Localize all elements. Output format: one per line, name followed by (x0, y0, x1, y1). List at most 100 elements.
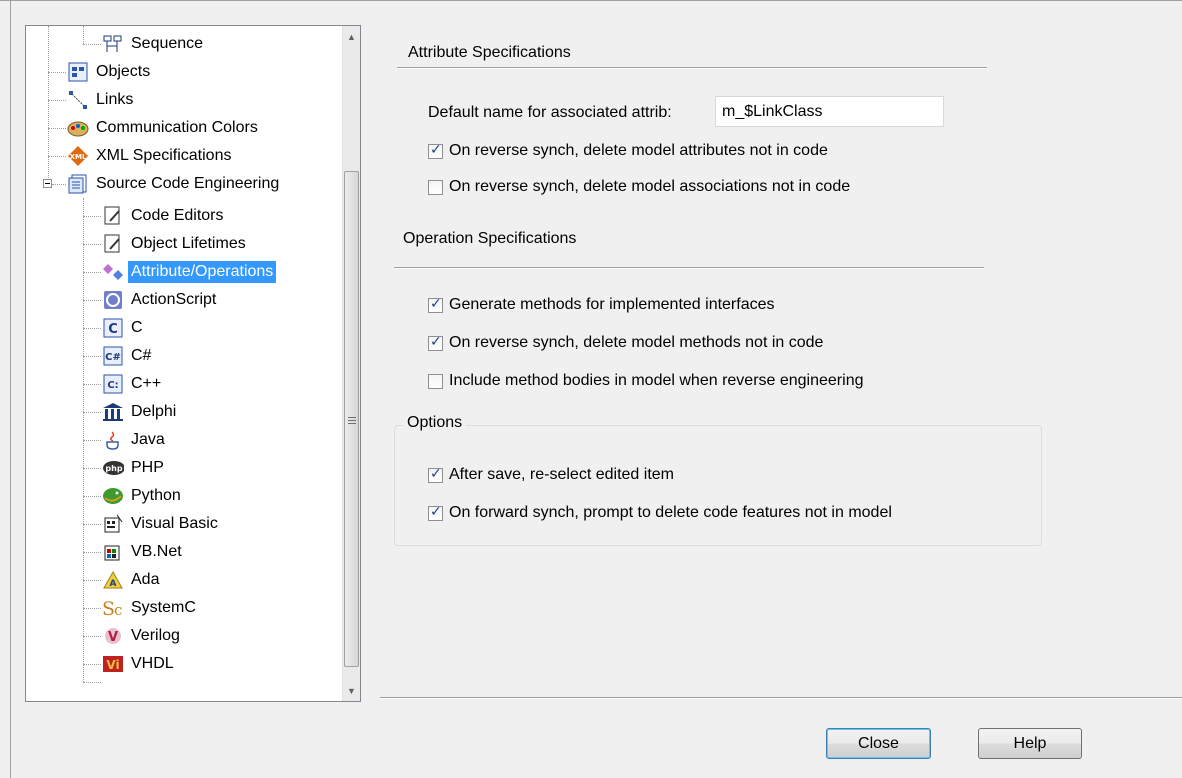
delete-methods-checkbox-row[interactable]: On reverse synch, delete model methods n… (428, 334, 823, 352)
close-button[interactable]: Close (826, 728, 931, 759)
tree-item-links[interactable]: Links (67, 86, 136, 114)
source-code-icon (67, 173, 89, 195)
tree-item-code-editors[interactable]: Code Editors (102, 202, 227, 230)
separator (394, 267, 984, 269)
tree-item-label: Visual Basic (131, 515, 218, 532)
tree-line (83, 664, 101, 665)
svg-text:A: A (110, 579, 117, 589)
tree-item-java[interactable]: Java (102, 426, 168, 454)
tree-line (83, 328, 101, 329)
scrollbar-thumb[interactable] (344, 171, 359, 667)
grip-icon (348, 417, 356, 424)
ada-icon: A (102, 569, 124, 591)
separator (397, 67, 987, 69)
checkbox-label: On reverse synch, delete model attribute… (449, 142, 828, 159)
svg-text:XML: XML (70, 153, 87, 161)
tree-line (83, 216, 101, 217)
include-method-bodies-checkbox-row[interactable]: Include method bodies in model when reve… (428, 372, 863, 390)
python-icon (102, 485, 124, 507)
collapse-toggle[interactable] (43, 179, 52, 188)
tree-item-actionscript[interactable]: ActionScript (102, 286, 219, 314)
tree-item-python[interactable]: Python (102, 482, 184, 510)
tree-item-objects[interactable]: Objects (67, 58, 153, 86)
code-editor-icon (102, 205, 124, 227)
scroll-down-arrow-icon[interactable]: ▼ (343, 682, 360, 699)
tree-item-sequence[interactable]: Sequence (102, 30, 206, 58)
tree-item-vbnet[interactable]: VB.Net (102, 538, 185, 566)
checkbox-label: Generate methods for implemented interfa… (449, 296, 775, 313)
tree-item-label: Verilog (131, 627, 180, 644)
tree-line (52, 184, 66, 185)
checkbox-label: After save, re-select edited item (449, 466, 674, 483)
delete-attributes-checkbox[interactable] (428, 142, 443, 159)
help-button[interactable]: Help (978, 728, 1082, 759)
window-top-border (0, 0, 1182, 1)
tree-item-label: VHDL (131, 655, 174, 672)
tree-line (48, 26, 49, 186)
checkbox-label: On forward synch, prompt to delete code … (449, 504, 892, 521)
delete-associations-checkbox-row[interactable]: On reverse synch, delete model associati… (428, 178, 850, 196)
tree-line (83, 440, 101, 441)
include-method-bodies-checkbox[interactable] (428, 373, 443, 389)
tree-item-source-code-engineering[interactable]: Source Code Engineering (67, 170, 282, 198)
java-icon (102, 429, 124, 451)
delete-attributes-checkbox-row[interactable]: On reverse synch, delete model attribute… (428, 142, 828, 160)
tree-item-visual-basic[interactable]: Visual Basic (102, 510, 221, 538)
default-name-input[interactable] (715, 96, 944, 127)
tree-item-vhdl[interactable]: Vi VHDL (102, 650, 177, 678)
svg-text:C#: C# (105, 352, 121, 363)
checkbox-label: On reverse synch, delete model associati… (449, 178, 851, 195)
prompt-delete-checkbox-row[interactable]: On forward synch, prompt to delete code … (428, 504, 892, 522)
options-tree[interactable]: Sequence Objects Links Communication Col… (25, 25, 361, 702)
tree-item-cpp[interactable]: C: C++ (102, 370, 164, 398)
default-name-label: Default name for associated attrib: (428, 104, 672, 121)
scroll-up-arrow-icon[interactable]: ▲ (343, 28, 360, 45)
tree-line (83, 552, 101, 553)
attribute-specifications-title: Attribute Specifications (408, 44, 571, 61)
delete-associations-checkbox[interactable] (428, 179, 443, 195)
visual-basic-icon (102, 513, 124, 535)
generate-methods-checkbox-row[interactable]: Generate methods for implemented interfa… (428, 296, 775, 314)
tree-item-delphi[interactable]: Delphi (102, 398, 179, 426)
tree-line (83, 356, 101, 357)
palette-icon (67, 117, 89, 139)
tree-item-label: Python (131, 487, 181, 504)
checkbox-label: Include method bodies in model when reve… (449, 372, 864, 389)
tree-item-attribute-operations[interactable]: Attribute/Operations (102, 258, 277, 286)
tree-item-label: Object Lifetimes (131, 235, 246, 252)
verilog-icon: V (102, 625, 124, 647)
tree-item-label: Communication Colors (96, 119, 258, 136)
tree-item-xml-specifications[interactable]: XML XML Specifications (67, 142, 234, 170)
tree-item-verilog[interactable]: V Verilog (102, 622, 183, 650)
tree-item-systemc[interactable]: Sc SystemC (102, 594, 199, 622)
checkbox-label: On reverse synch, delete model methods n… (449, 334, 824, 351)
tree-item-object-lifetimes[interactable]: Object Lifetimes (102, 230, 249, 258)
tree-item-csharp[interactable]: C# C# (102, 342, 154, 370)
tree-item-ada[interactable]: A Ada (102, 566, 162, 594)
tree-scrollbar[interactable]: ▲ ▼ (342, 26, 360, 701)
svg-text:C: C (108, 322, 118, 337)
tree-item-label: Delphi (131, 403, 177, 420)
reselect-item-checkbox[interactable] (428, 466, 443, 483)
vbnet-icon (102, 541, 124, 563)
tree-line (83, 636, 101, 637)
tree-item-php[interactable]: php PHP (102, 454, 167, 482)
tree-line (83, 524, 101, 525)
bottom-separator (380, 697, 1182, 699)
tree-line (83, 580, 101, 581)
tree-line (48, 100, 66, 101)
tree-item-communication-colors[interactable]: Communication Colors (67, 114, 261, 142)
tree-item-label: PHP (131, 459, 164, 476)
tree-item-label: Objects (96, 63, 151, 80)
options-title: Options (403, 414, 467, 432)
delete-methods-checkbox[interactable] (428, 334, 443, 351)
tree-item-label: VB.Net (131, 543, 182, 560)
prompt-delete-checkbox[interactable] (428, 504, 443, 521)
generate-methods-checkbox[interactable] (428, 296, 443, 313)
reselect-item-checkbox-row[interactable]: After save, re-select edited item (428, 466, 674, 484)
tree-line (48, 156, 66, 157)
tree-item-label: Links (96, 91, 134, 108)
window-left-border (10, 0, 11, 778)
tree-item-c[interactable]: C C (102, 314, 146, 342)
options-groupbox (394, 425, 1042, 546)
